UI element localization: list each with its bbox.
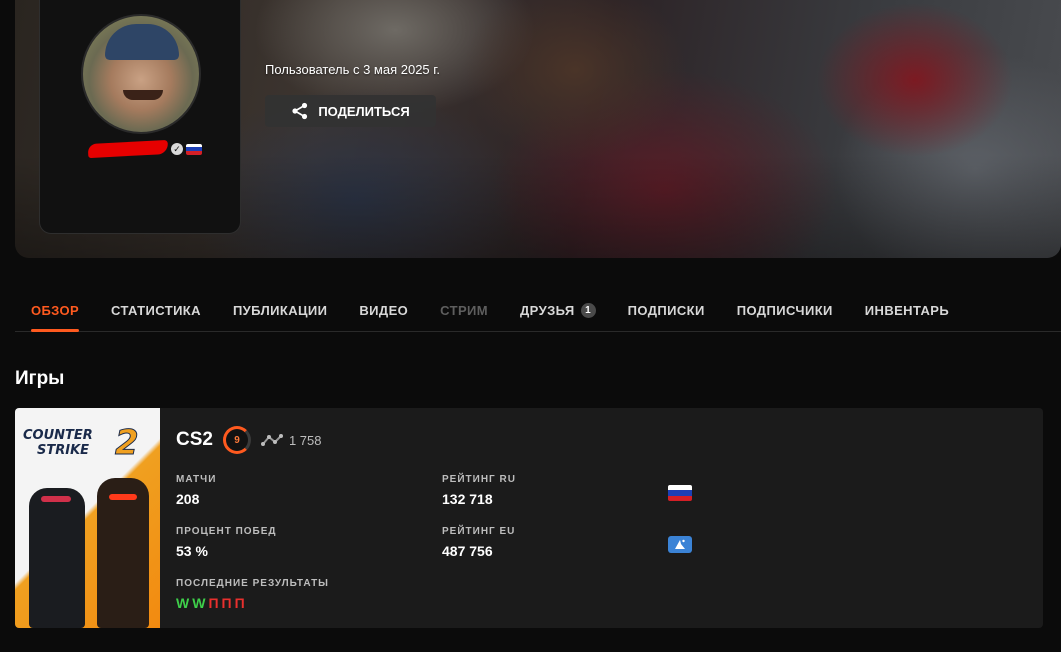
cs2-cover-image[interactable]: COUNTER STRIKE 2 — [15, 408, 160, 628]
tab-publications[interactable]: ПУБЛИКАЦИИ — [217, 293, 343, 332]
region-eu-icon — [668, 536, 692, 553]
cover-soldier-ct — [29, 488, 85, 628]
share-button[interactable]: ПОДЕЛИТЬСЯ — [265, 95, 436, 127]
tab-label: ПУБЛИКАЦИИ — [232, 303, 328, 318]
region-eu-glyph — [675, 539, 685, 549]
stat-value: 208 — [176, 491, 200, 507]
cs2-logo-number: 2 — [115, 423, 140, 463]
skill-level-badge: 9 — [222, 426, 251, 454]
stat-recent-results: ПОСЛЕДНИЕ РЕЗУЛЬТАТЫ W W П П П — [176, 578, 329, 611]
result-item: П — [208, 595, 219, 611]
profile-page: ✓ Пользователь с 3 мая 2025 г. ПОДЕЛИТЬС… — [0, 0, 1061, 652]
member-since-text: Пользователь с 3 мая 2025 г. — [265, 62, 441, 77]
tab-video[interactable]: ВИДЕО — [343, 293, 424, 332]
games-section-title: Игры — [15, 368, 65, 389]
tab-subscribers[interactable]: ПОДПИСЧИКИ — [721, 293, 849, 332]
tab-statistics[interactable]: СТАТИСТИКА — [95, 293, 217, 332]
elo-trend-icon — [260, 434, 283, 446]
game-title-row: CS2 9 1 758 — [176, 426, 322, 454]
game-card-cs2[interactable]: COUNTER STRIKE 2 CS2 9 1 758 МАТЧИ 208 П… — [15, 408, 1043, 628]
cover-soldier-t — [97, 478, 149, 628]
avatar-cap — [105, 24, 179, 60]
stat-rating-ru: РЕЙТИНГ RU 132 718 — [442, 474, 516, 507]
stat-label: МАТЧИ — [176, 474, 217, 485]
game-title[interactable]: CS2 — [176, 429, 213, 451]
cs2-logo: COUNTER STRIKE 2 — [23, 423, 153, 463]
stat-label: РЕЙТИНГ EU — [442, 526, 516, 537]
region-flag-ru-icon — [668, 485, 692, 501]
avatar[interactable] — [81, 14, 201, 134]
profile-tabs: ОБЗОР СТАТИСТИКА ПУБЛИКАЦИИ ВИДЕО СТРИМ … — [15, 293, 1061, 332]
flag-ru-icon — [186, 143, 202, 155]
result-item: П — [234, 595, 245, 611]
username-redacted — [87, 139, 169, 159]
tab-label: ВИДЕО — [359, 303, 409, 318]
tab-label: ИНВЕНТАРЬ — [864, 303, 950, 318]
stat-rating-eu: РЕЙТИНГ EU 487 756 — [442, 526, 515, 559]
verified-check-icon: ✓ — [171, 143, 183, 155]
tab-stream: СТРИМ — [424, 293, 504, 332]
stat-label: ПРОЦЕНТ ПОБЕД — [176, 526, 277, 537]
tab-label: СТРИМ — [440, 303, 489, 318]
tab-label: ПОДПИСКИ — [627, 303, 705, 318]
stat-winrate: ПРОЦЕНТ ПОБЕД 53 % — [176, 526, 277, 559]
avatar-mouth — [123, 90, 163, 100]
tab-label: ДРУЗЬЯ — [520, 303, 575, 318]
stat-value: 53 % — [176, 543, 208, 559]
profile-card: ✓ — [39, 0, 241, 234]
share-button-label: ПОДЕЛИТЬСЯ — [318, 103, 410, 119]
cover-goggles-t — [109, 494, 137, 500]
cover-goggles-ct — [41, 496, 71, 502]
tab-label: ОБЗОР — [31, 303, 80, 318]
share-icon — [292, 102, 308, 120]
tab-subscriptions[interactable]: ПОДПИСКИ — [612, 293, 721, 332]
tab-label: ПОДПИСЧИКИ — [736, 303, 833, 318]
stat-value: 487 756 — [442, 543, 493, 559]
elo-value: 1 758 — [288, 432, 322, 448]
tab-label: СТАТИСТИКА — [111, 303, 201, 318]
stat-label: РЕЙТИНГ RU — [442, 474, 516, 485]
tab-friends[interactable]: ДРУЗЬЯ 1 — [504, 293, 612, 332]
stat-label: ПОСЛЕДНИЕ РЕЗУЛЬТАТЫ — [176, 578, 329, 589]
recent-results-list: W W П П П — [176, 595, 329, 611]
result-item: W — [176, 595, 190, 611]
stat-matches: МАТЧИ 208 — [176, 474, 216, 507]
friends-count-badge: 1 — [580, 303, 596, 318]
tab-inventory[interactable]: ИНВЕНТАРЬ — [849, 293, 965, 332]
username-row: ✓ — [40, 138, 242, 160]
tab-overview[interactable]: ОБЗОР — [15, 293, 95, 332]
stat-value: 132 718 — [442, 491, 493, 507]
result-item: W — [192, 595, 206, 611]
result-item: П — [221, 595, 232, 611]
